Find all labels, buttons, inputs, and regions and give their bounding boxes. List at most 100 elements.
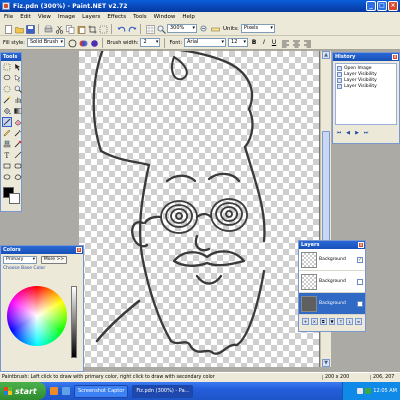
quicklaunch-firefox-icon[interactable] <box>50 387 58 395</box>
ruler-icon[interactable] <box>210 24 220 33</box>
minimize-button[interactable]: _ <box>366 1 376 11</box>
paint-bucket-icon[interactable] <box>2 106 12 116</box>
brush-width-dropdown[interactable]: 2 <box>140 38 161 47</box>
history-redo-icon[interactable]: ▶ <box>354 130 360 136</box>
ellipse-icon[interactable] <box>2 172 12 182</box>
undo-icon[interactable] <box>116 24 126 33</box>
menu-layers[interactable]: Layers <box>82 14 100 20</box>
move-selection-icon[interactable] <box>13 73 23 83</box>
volume-icon[interactable] <box>357 388 364 394</box>
new-file-icon[interactable] <box>3 24 12 34</box>
freeform-shape-icon[interactable] <box>13 172 23 182</box>
magic-wand-icon[interactable] <box>2 95 12 105</box>
line-icon[interactable] <box>13 150 23 160</box>
paintbrush-icon[interactable] <box>2 117 12 127</box>
zoom-dropdown[interactable]: 300% <box>167 24 197 33</box>
pan-icon[interactable] <box>13 95 23 105</box>
lasso-icon[interactable] <box>2 73 12 83</box>
underline-button[interactable]: U <box>270 38 278 47</box>
pencil-icon[interactable] <box>2 128 12 138</box>
duplicate-layer-icon[interactable]: ⧉ <box>319 318 327 325</box>
merge-layer-icon[interactable]: ▼ <box>328 318 336 325</box>
add-layer-icon[interactable]: + <box>302 318 309 325</box>
gradient-icon[interactable] <box>13 106 23 116</box>
history-item[interactable]: Layer Visibility <box>337 83 395 89</box>
crop-icon[interactable] <box>87 24 97 34</box>
close-icon[interactable]: × <box>392 54 398 60</box>
paintnet-app-icon[interactable] <box>2 2 10 10</box>
delete-layer-icon[interactable]: × <box>310 318 318 325</box>
zoom-out-icon[interactable] <box>199 24 208 33</box>
color-mode-dropdown[interactable]: Primary <box>3 256 37 264</box>
layer-row[interactable]: Background <box>299 271 365 293</box>
more-colors-button[interactable]: More >> <box>41 256 67 264</box>
italic-button[interactable]: I <box>260 38 268 47</box>
redo-icon[interactable] <box>127 24 137 33</box>
recolor-icon[interactable] <box>13 139 23 149</box>
maximize-button[interactable]: □ <box>377 1 387 11</box>
scrollbar-thumb[interactable] <box>322 131 330 241</box>
scroll-down-icon[interactable]: ▼ <box>322 359 330 367</box>
layer-visibility-checkbox[interactable]: ✓ <box>357 256 363 263</box>
taskbar-item[interactable]: Screenshot Captor <box>74 384 129 398</box>
menu-window[interactable]: Window <box>154 14 176 20</box>
align-center-icon[interactable] <box>291 38 301 48</box>
value-slider[interactable] <box>71 286 77 358</box>
eraser-icon[interactable] <box>13 117 23 127</box>
fill-style-dropdown[interactable]: Solid Brush <box>26 38 65 47</box>
color-wheel[interactable] <box>7 286 67 346</box>
font-dropdown[interactable]: Arial <box>184 38 227 47</box>
quicklaunch-ie-icon[interactable] <box>62 387 70 395</box>
layer-visibility-checkbox[interactable] <box>357 278 363 285</box>
move-layer-up-icon[interactable]: ↑ <box>337 318 345 325</box>
menu-file[interactable]: File <box>4 14 13 20</box>
move-layer-down-icon[interactable]: ↓ <box>346 318 354 325</box>
rounded-rectangle-icon[interactable] <box>13 161 23 171</box>
history-first-icon[interactable]: ⏮ <box>336 130 342 136</box>
deselect-icon[interactable] <box>98 24 108 34</box>
layer-visibility-checkbox[interactable] <box>357 300 363 307</box>
zoom-in-icon[interactable] <box>156 24 166 34</box>
taskbar-item[interactable]: Fiz.pdn (300%) - Pa... <box>132 384 194 398</box>
menu-view[interactable]: View <box>38 14 51 20</box>
secondary-color-swatch[interactable] <box>9 193 20 204</box>
units-dropdown[interactable]: Pixels <box>240 24 275 33</box>
history-last-icon[interactable]: ⏭ <box>363 130 369 136</box>
title-bar[interactable]: Fiz.pdn (300%) - Paint.NET v2.72 _ □ × <box>0 0 400 12</box>
rectangle-icon[interactable] <box>2 161 12 171</box>
alpha-icon[interactable] <box>89 38 98 47</box>
start-button[interactable]: start <box>0 382 46 400</box>
layer-properties-icon[interactable]: ≡ <box>355 318 363 325</box>
menu-effects[interactable]: Effects <box>107 14 126 20</box>
antialias-icon[interactable] <box>67 38 77 48</box>
paste-icon[interactable] <box>76 24 86 34</box>
network-icon[interactable] <box>365 388 372 394</box>
ellipse-select-icon[interactable] <box>2 84 12 94</box>
history-undo-icon[interactable]: ◀ <box>345 130 351 136</box>
align-left-icon[interactable] <box>280 38 290 48</box>
bold-button[interactable]: B <box>250 38 258 47</box>
cut-icon[interactable] <box>54 24 64 34</box>
scroll-up-icon[interactable]: ▲ <box>322 51 330 59</box>
move-icon[interactable] <box>13 62 23 72</box>
grid-icon[interactable] <box>145 24 155 34</box>
font-size-dropdown[interactable]: 12 <box>228 38 249 47</box>
image-canvas[interactable] <box>79 51 320 367</box>
menu-edit[interactable]: Edit <box>20 14 31 20</box>
rectangle-select-icon[interactable] <box>2 62 12 72</box>
open-file-icon[interactable] <box>14 24 24 34</box>
layer-row[interactable]: Background <box>299 293 365 315</box>
clone-stamp-icon[interactable] <box>2 139 12 149</box>
close-button[interactable]: × <box>388 1 398 11</box>
save-icon[interactable] <box>25 24 35 34</box>
close-icon[interactable]: × <box>76 247 82 253</box>
zoom-icon[interactable] <box>13 84 23 94</box>
print-icon[interactable] <box>43 24 53 33</box>
menu-tools[interactable]: Tools <box>133 14 147 20</box>
menu-image[interactable]: Image <box>58 14 75 20</box>
layer-row[interactable]: Background ✓ <box>299 249 365 271</box>
align-right-icon[interactable] <box>302 38 312 48</box>
menu-help[interactable]: Help <box>182 14 195 20</box>
text-icon[interactable]: T <box>2 150 12 160</box>
close-icon[interactable]: × <box>358 242 364 248</box>
